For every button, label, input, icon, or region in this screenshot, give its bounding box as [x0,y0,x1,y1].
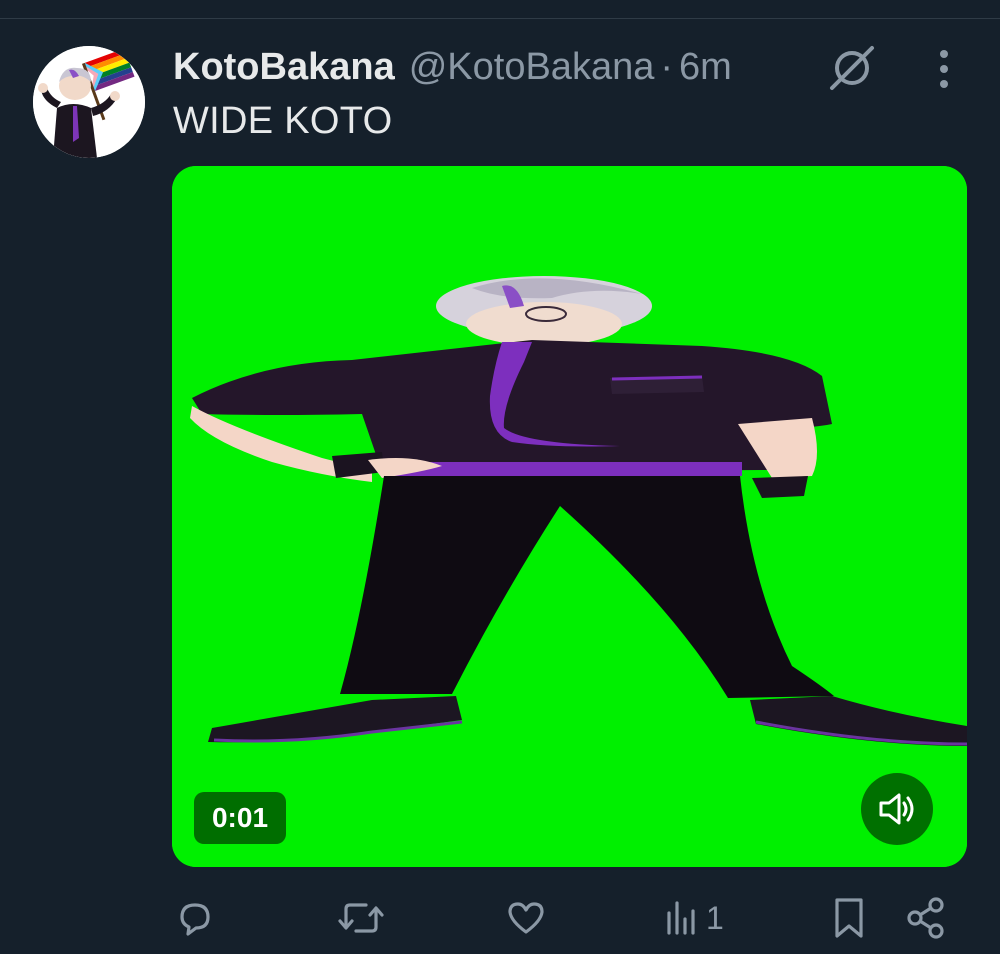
tweet-text: WIDE KOTO [173,100,393,142]
display-name[interactable]: KotoBakana [173,46,395,89]
handle[interactable]: @KotoBakana [409,46,655,89]
more-icon[interactable] [926,46,962,92]
video-timestamp: 0:01 [194,792,286,844]
view-count: 1 [706,899,724,936]
top-divider [0,18,1000,19]
bookmark-icon [835,898,863,938]
retweet-button[interactable] [336,890,386,946]
like-icon [508,902,544,934]
video-frame [172,166,967,867]
action-bar: 1 [0,890,1000,950]
tweet-header: KotoBakana @KotoBakana · 6m [173,42,732,92]
views-button[interactable]: 1 [664,890,724,946]
like-button[interactable] [505,890,547,946]
retweet-icon [338,903,384,933]
share-button[interactable] [905,890,947,946]
grok-icon[interactable] [826,44,878,92]
volume-button[interactable] [861,773,933,845]
avatar-image [33,46,145,158]
reply-icon [180,903,210,936]
bookmark-button[interactable] [830,890,868,946]
share-icon [907,897,944,939]
separator: · [660,45,674,88]
reply-button[interactable] [174,890,216,946]
video-player[interactable]: 0:01 [172,166,967,867]
timestamp[interactable]: 6m [679,46,732,89]
avatar[interactable] [33,46,145,158]
volume-icon [879,793,914,825]
views-icon [667,901,695,935]
